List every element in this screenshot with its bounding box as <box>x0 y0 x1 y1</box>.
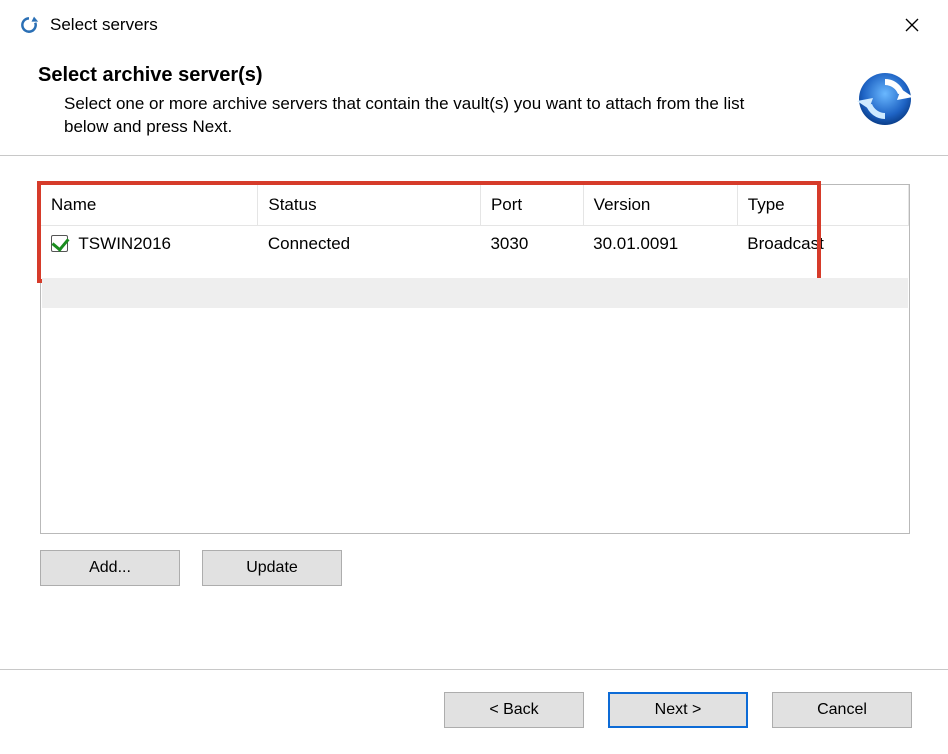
page-title: Select archive server(s) <box>38 64 830 87</box>
cell-status: Connected <box>258 225 481 262</box>
select-servers-dialog: Select servers Select archive server(s) … <box>0 0 948 754</box>
table-row[interactable]: TSWIN2016 Connected 3030 30.01.0091 Broa… <box>41 225 909 262</box>
column-header-port[interactable]: Port <box>480 185 583 226</box>
cell-version: 30.01.0091 <box>583 225 737 262</box>
cell-port: 3030 <box>480 225 583 262</box>
wizard-header: Select archive server(s) Select one or m… <box>0 46 948 149</box>
content-area: Name Status Port Version Type TSWIN2016 … <box>0 156 948 655</box>
back-button[interactable]: < Back <box>444 692 584 728</box>
column-header-name[interactable]: Name <box>41 185 258 226</box>
row-checkbox[interactable] <box>51 235 68 252</box>
refresh-icon <box>18 14 40 36</box>
table-actions: Add... Update <box>40 550 908 586</box>
title-bar: Select servers <box>0 0 948 46</box>
server-table-container: Name Status Port Version Type TSWIN2016 … <box>40 184 910 534</box>
window-title: Select servers <box>50 15 158 35</box>
add-button[interactable]: Add... <box>40 550 180 586</box>
close-button[interactable] <box>892 10 932 40</box>
cell-name: TSWIN2016 <box>78 234 171 253</box>
server-table: Name Status Port Version Type TSWIN2016 … <box>41 185 909 262</box>
column-header-version[interactable]: Version <box>583 185 737 226</box>
sync-logo-icon <box>850 64 920 134</box>
cancel-button[interactable]: Cancel <box>772 692 912 728</box>
table-header-row: Name Status Port Version Type <box>41 185 909 226</box>
column-header-type[interactable]: Type <box>737 185 908 226</box>
page-description: Select one or more archive servers that … <box>64 93 784 139</box>
wizard-footer: < Back Next > Cancel <box>0 670 948 754</box>
next-button[interactable]: Next > <box>608 692 748 728</box>
update-button[interactable]: Update <box>202 550 342 586</box>
column-header-status[interactable]: Status <box>258 185 481 226</box>
cell-type: Broadcast <box>737 225 908 262</box>
empty-row-stripe <box>42 278 908 308</box>
